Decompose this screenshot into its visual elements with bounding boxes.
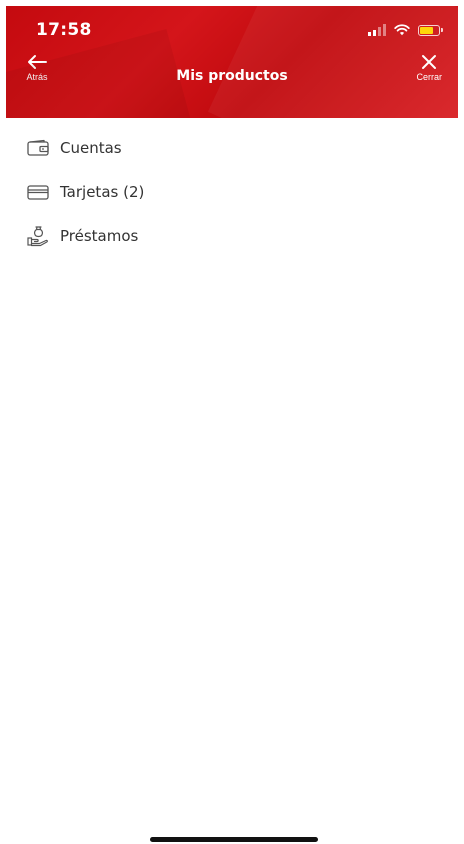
list-item-label: Tarjetas (2) — [60, 183, 145, 201]
back-label: Atrás — [26, 72, 48, 82]
page-title: Mis productos — [176, 68, 288, 84]
close-button[interactable]: Cerrar — [416, 54, 442, 82]
list-item-prestamos[interactable]: Préstamos — [0, 214, 464, 258]
home-indicator[interactable] — [150, 837, 318, 842]
status-icons — [368, 22, 443, 38]
arrow-left-icon — [28, 55, 47, 69]
cellular-signal-icon — [368, 24, 386, 36]
wallet-icon — [26, 136, 50, 160]
close-label: Cerrar — [416, 72, 442, 82]
products-list: Cuentas Tarjetas (2) Préstamos — [0, 126, 464, 258]
list-item-tarjetas[interactable]: Tarjetas (2) — [0, 170, 464, 214]
list-item-cuentas[interactable]: Cuentas — [0, 126, 464, 170]
app-header: 17:58 Atrás Mis productos Cerrar — [6, 6, 458, 118]
status-time: 17:58 — [36, 20, 92, 40]
battery-icon — [418, 24, 443, 36]
loan-hand-money-bag-icon — [26, 224, 50, 248]
close-icon — [422, 55, 437, 69]
list-item-label: Cuentas — [60, 139, 122, 157]
credit-card-icon — [26, 180, 50, 204]
screen: 17:58 Atrás Mis productos Cerrar Cuentas… — [0, 0, 464, 844]
wifi-icon — [394, 24, 410, 36]
list-item-label: Préstamos — [60, 227, 139, 245]
back-button[interactable]: Atrás — [26, 54, 48, 82]
battery-level — [420, 26, 433, 34]
